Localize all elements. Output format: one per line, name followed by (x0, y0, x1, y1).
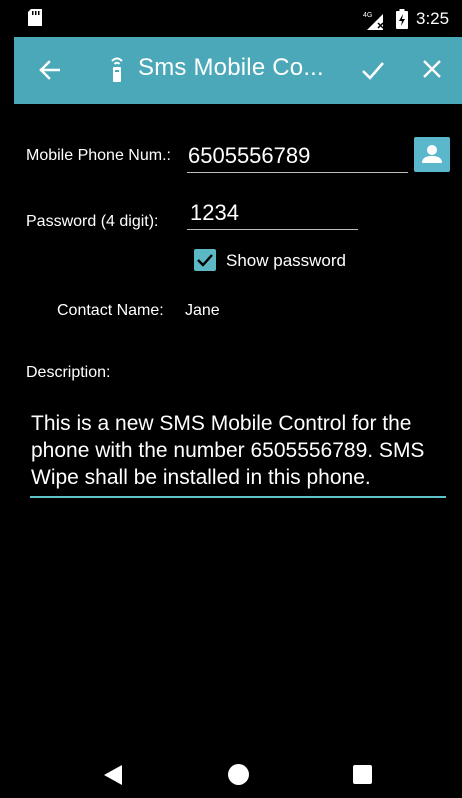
show-password-label[interactable]: Show password (226, 251, 346, 271)
description-underline (30, 496, 446, 498)
password-label: Password (4 digit): (26, 213, 159, 230)
app-bar: Sms Mobile Co... (14, 37, 462, 104)
phone-input-underline (187, 172, 408, 173)
status-time: 3:25 (416, 9, 450, 28)
person-icon (422, 145, 442, 163)
phone-input[interactable]: 6505556789 (188, 143, 310, 169)
close-icon[interactable] (422, 59, 442, 79)
remote-control-icon (111, 57, 123, 82)
nav-home-icon[interactable] (228, 764, 249, 785)
battery-charging-icon (396, 9, 408, 29)
checkmark-icon (197, 254, 213, 267)
network-type: 4G (363, 12, 372, 19)
contact-name-label: Contact Name: (57, 302, 164, 319)
contact-name-value: Jane (185, 302, 220, 319)
check-icon[interactable] (361, 59, 385, 81)
nav-recents-icon[interactable] (353, 765, 372, 784)
phone-label: Mobile Phone Num.: (26, 147, 171, 164)
password-input-underline (187, 229, 358, 230)
pick-contact-button[interactable] (414, 137, 450, 172)
navigation-bar (0, 745, 462, 798)
show-password-checkbox[interactable] (194, 249, 216, 271)
status-bar: 4G 3:25 (0, 0, 462, 37)
description-label: Description: (26, 364, 111, 381)
signal-icon: 4G (363, 12, 384, 30)
arrow-left-icon[interactable] (38, 59, 60, 81)
password-input[interactable]: 1234 (190, 200, 239, 226)
app-bar-title: Sms Mobile Co... (138, 54, 324, 81)
sd-card-icon (28, 9, 42, 26)
description-textarea[interactable]: This is a new SMS Mobile Control for the… (31, 410, 451, 491)
nav-back-icon[interactable] (104, 765, 122, 785)
